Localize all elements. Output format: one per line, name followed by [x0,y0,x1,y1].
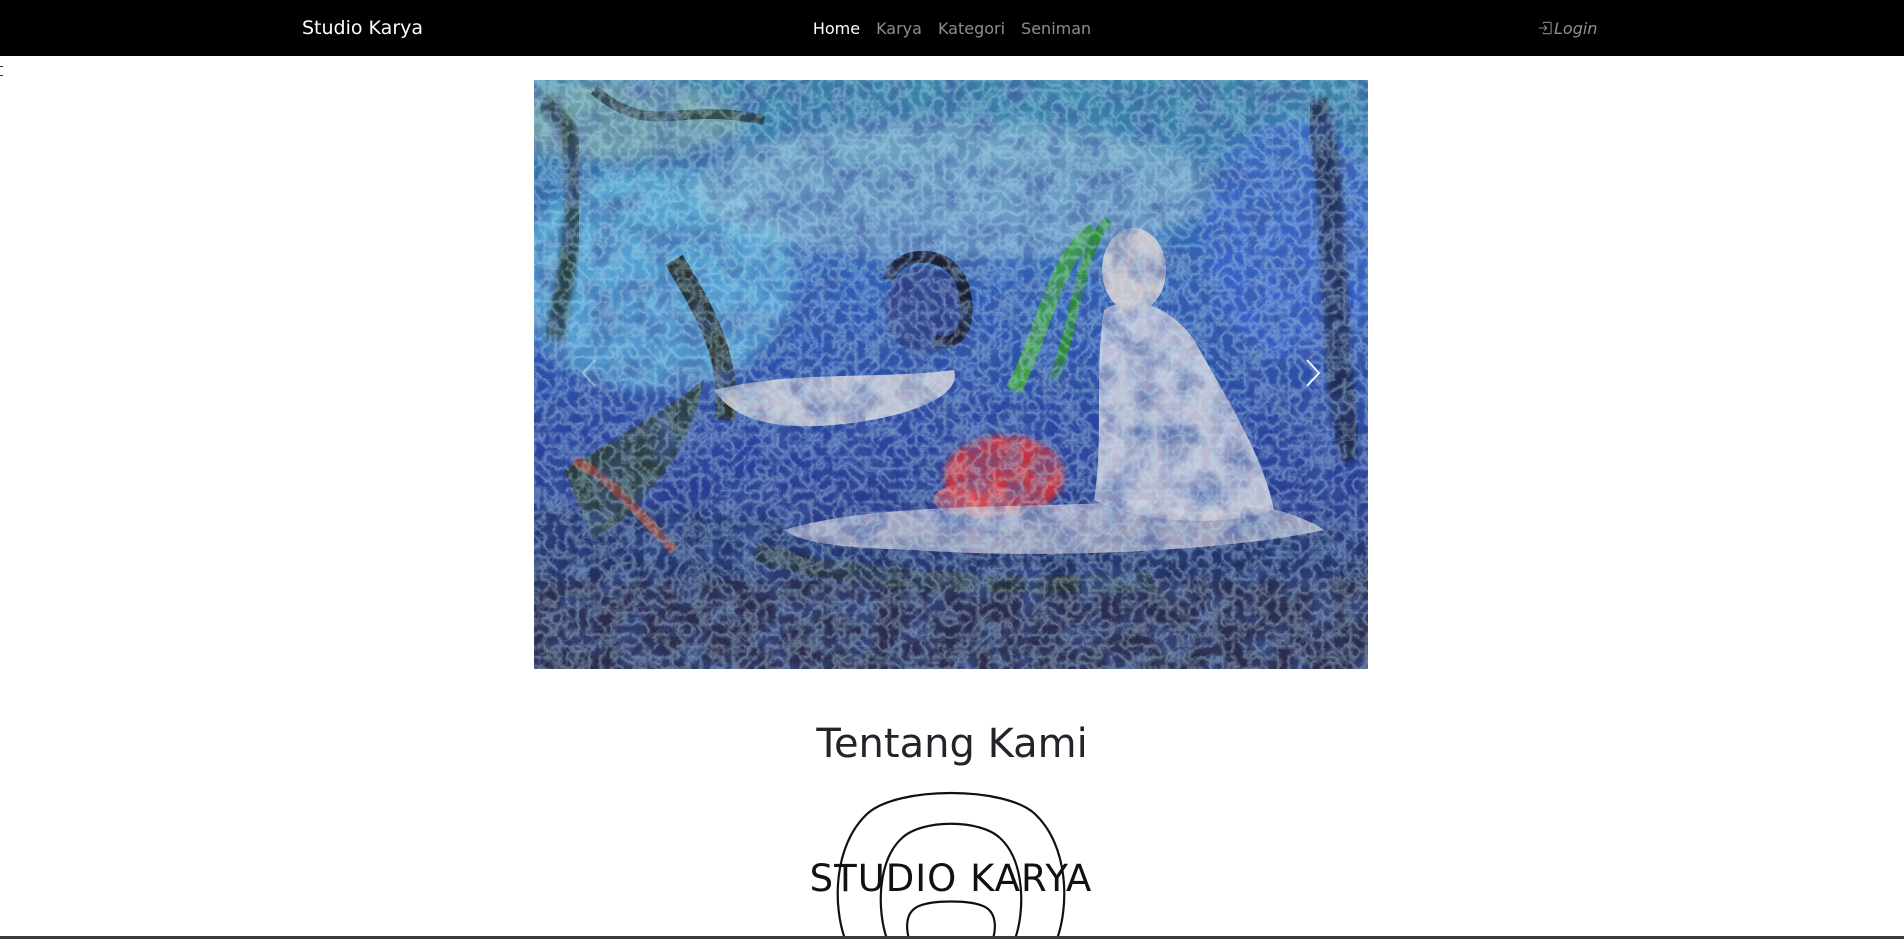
carousel-next-button[interactable] [1258,80,1368,669]
nav-menu: Home Karya Kategori Seniman [0,0,1904,56]
carousel-prev-button[interactable] [534,80,644,669]
nav-link-home[interactable]: Home [813,19,860,38]
chevron-left-icon [581,358,597,392]
chevron-right-icon [1305,358,1321,392]
login-label: Login [1554,18,1598,38]
logo-text: STUDIO KARYA [809,857,1093,900]
about-title: Tentang Kami [816,721,1088,767]
box-arrow-in-right-icon [1538,21,1552,35]
login-link[interactable]: Login [1538,0,1597,56]
nav-link-seniman[interactable]: Seniman [1021,19,1091,38]
nav-link-kategori[interactable]: Kategori [938,19,1005,38]
edge-marker [0,66,3,76]
brand-link[interactable]: Studio Karya [302,0,423,56]
studio-karya-logo: STUDIO KARYA [797,786,1105,940]
top-navbar: Studio Karya Home Karya Kategori Seniman… [0,0,1904,56]
artwork-carousel[interactable] [534,80,1368,669]
carousel-slide-image [534,80,1368,669]
nav-link-karya[interactable]: Karya [876,19,922,38]
